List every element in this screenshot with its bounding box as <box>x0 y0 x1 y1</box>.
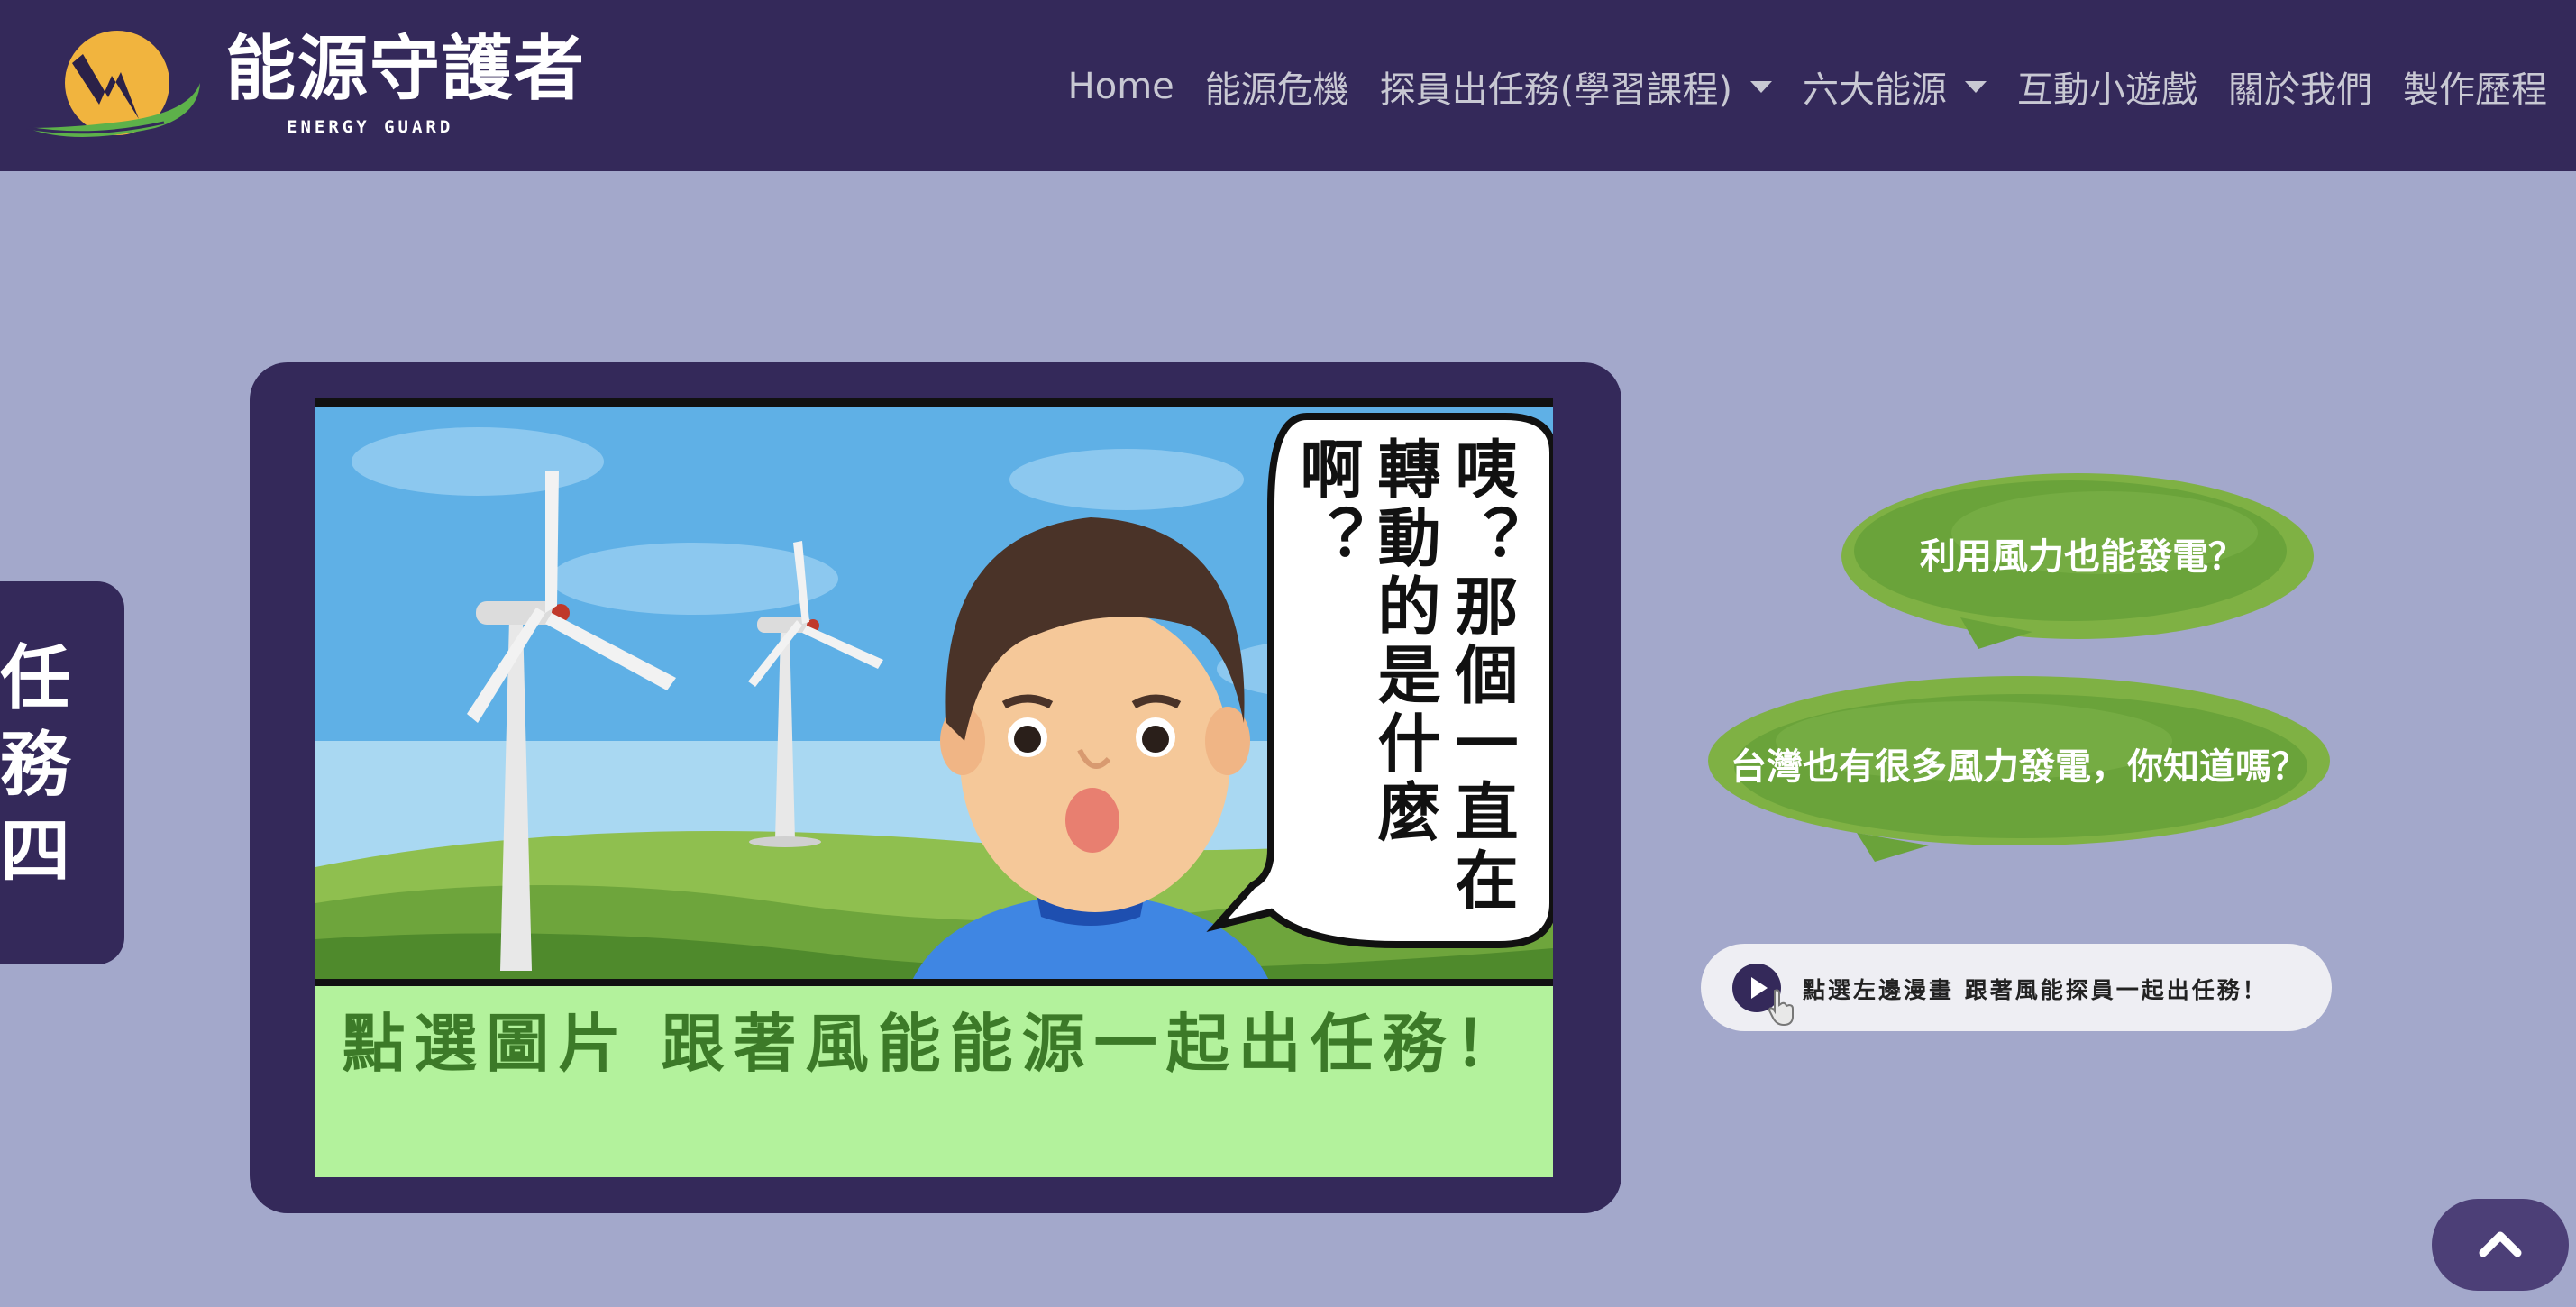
hint-text: 點選左邊漫畫 跟著風能探員一起出任務！ <box>1803 977 2268 1003</box>
chevron-down-icon <box>1965 80 1987 93</box>
hint-pill: 點選左邊漫畫 跟著風能探員一起出任務！ <box>1701 944 2332 1031</box>
nav-energy-crisis[interactable]: 能源危機 <box>1205 60 1349 113</box>
nav-mini-games[interactable]: 互動小遊戲 <box>2017 60 2197 113</box>
brand-subtitle: ENERGY GUARD <box>287 117 454 137</box>
nav-agent-missions-dropdown[interactable]: 探員出任務(學習課程) <box>1380 60 1772 113</box>
top-navbar: 能源守護者 ENERGY GUARD Home 能源危機 探員出任務(學習課程)… <box>0 0 2576 171</box>
brand-link[interactable]: 能源守護者 ENERGY GUARD <box>20 27 584 144</box>
question-bubble-2: 台灣也有很多風力發電，你知道嗎？ <box>1704 667 2334 865</box>
nav-agent-missions-label: 探員出任務(學習課程) <box>1379 69 1732 111</box>
mission-tab: 任務四 <box>0 581 124 964</box>
nav-home[interactable]: Home <box>1068 66 1174 107</box>
pointer-hand-icon <box>1768 989 1794 1027</box>
chevron-up-icon <box>2479 1231 2522 1257</box>
nav-about-us-label: 關於我們 <box>2228 69 2372 111</box>
comic-card: 咦？那個一直在轉動的是什麼啊？ 點選圖片 跟著風能能源一起出任務！ <box>250 362 1621 1213</box>
comic-image[interactable]: 咦？那個一直在轉動的是什麼啊？ 點選圖片 跟著風能能源一起出任務！ <box>315 398 1553 1177</box>
nav-home-label: Home <box>1067 66 1174 107</box>
back-to-top-button[interactable] <box>2432 1199 2569 1291</box>
nav-making-process-label: 製作歷程 <box>2403 69 2547 111</box>
question-bubble-2-text: 台灣也有很多風力發電，你知道嗎？ <box>1731 746 2307 788</box>
question-bubble-1-text: 利用風力也能發電？ <box>1920 536 2244 578</box>
nav-mini-games-label: 互動小遊戲 <box>2017 69 2197 111</box>
comic-caption: 點選圖片 跟著風能能源一起出任務！ <box>342 1007 1527 1081</box>
chevron-down-icon <box>1750 80 1772 93</box>
speech-balloon-text: 咦？那個一直在轉動的是什麼啊？ <box>1290 436 1519 916</box>
brand-name: 能源守護者 <box>225 29 587 110</box>
nav-six-energies-label: 六大能源 <box>1803 69 1947 111</box>
nav-making-process[interactable]: 製作歷程 <box>2403 60 2547 113</box>
mission-label: 任務四 <box>0 638 71 892</box>
nav-about-us[interactable]: 關於我們 <box>2228 60 2372 113</box>
logo-icon <box>26 31 200 137</box>
nav-six-energies-dropdown[interactable]: 六大能源 <box>1803 60 1987 113</box>
question-bubble-1: 利用風力也能發電？ <box>1834 455 2330 654</box>
nav-menu: Home 能源危機 探員出任務(學習課程) 六大能源 互動小遊戲 關於我們 製作… <box>1037 59 2547 114</box>
nav-energy-crisis-label: 能源危機 <box>1204 69 1349 111</box>
